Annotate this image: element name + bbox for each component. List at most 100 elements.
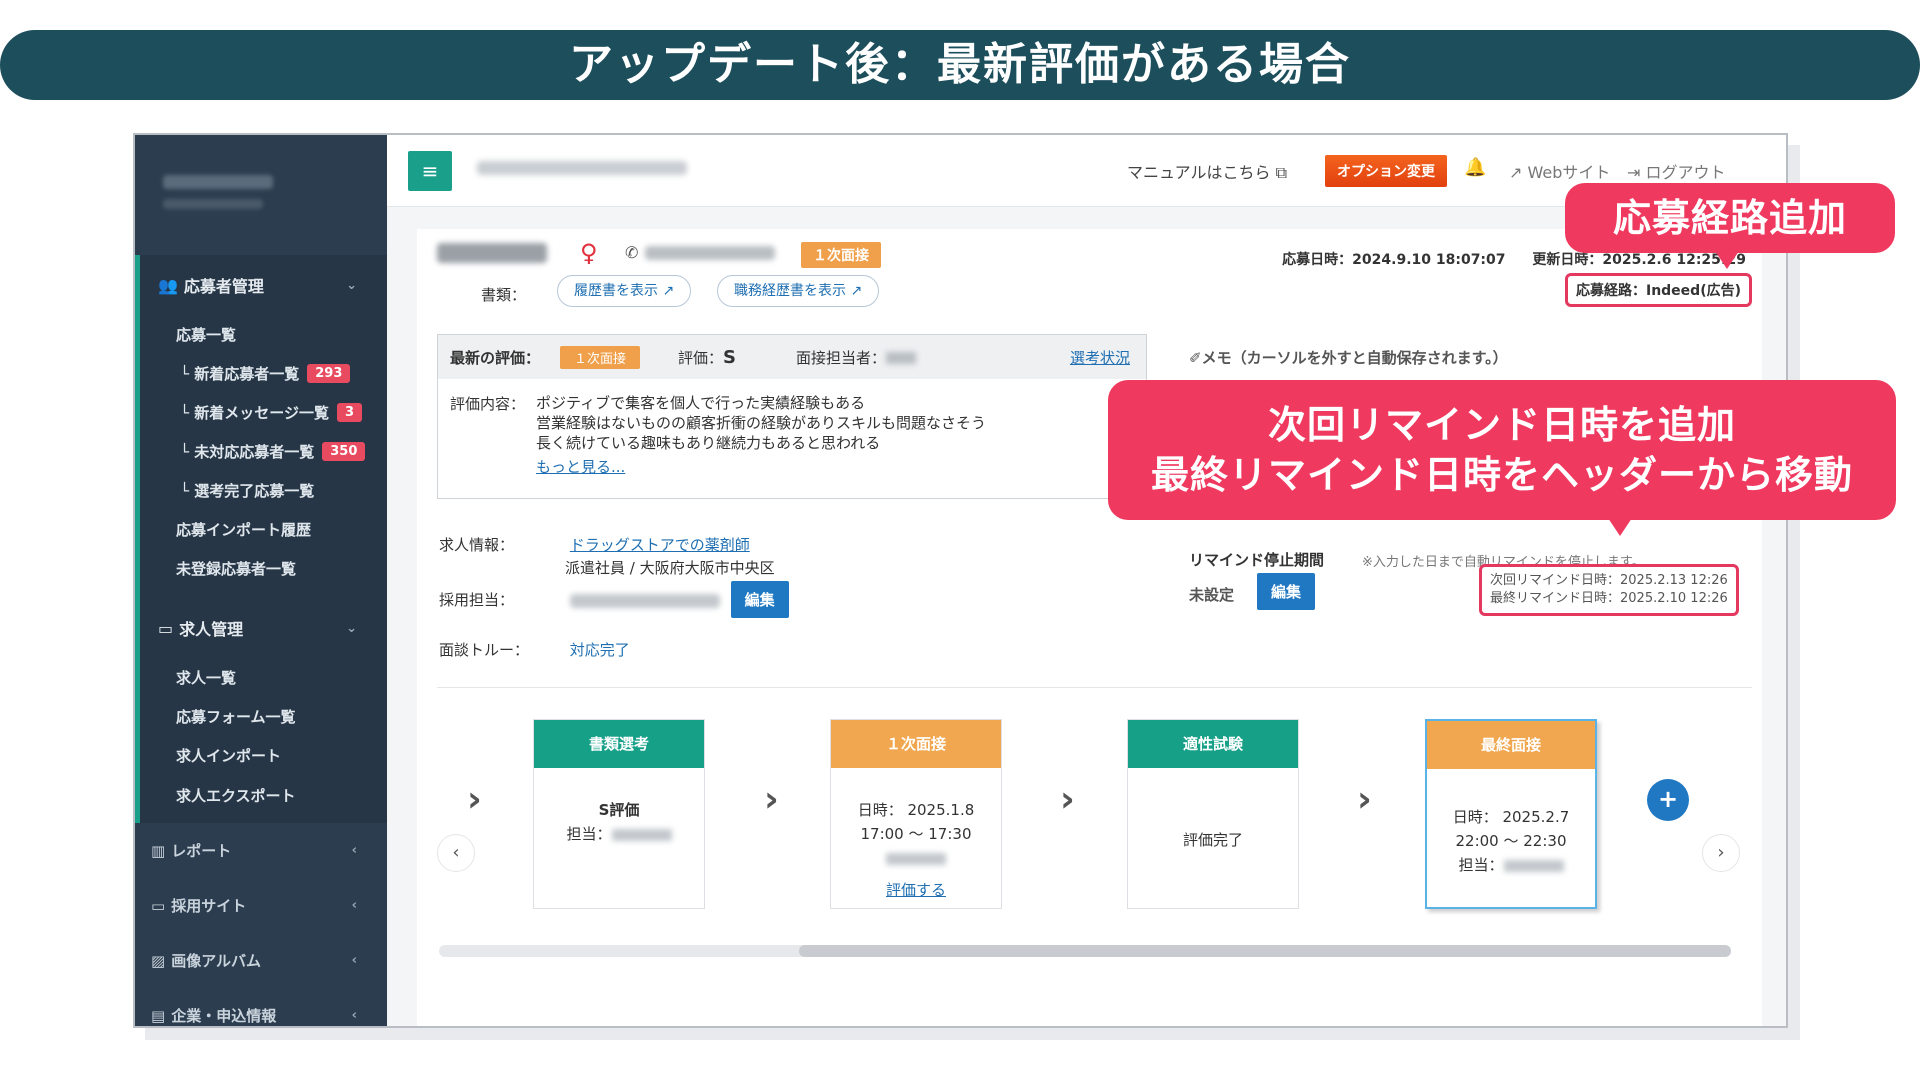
- evaluation-label: 最新の評価：: [450, 348, 541, 367]
- flow-step-result: 評価完了: [1182, 831, 1243, 849]
- recruiter-label: 採用担当：: [439, 591, 515, 609]
- sidebar-item-label: 求人インポート: [176, 747, 282, 765]
- logout-link[interactable]: ⇥ ログアウト: [1627, 159, 1726, 183]
- interviewer-label: 面接担当者：: [796, 348, 887, 367]
- option-change-button[interactable]: オプション変更: [1325, 155, 1447, 187]
- sidebar-item-job-export[interactable]: 求人エクスポート: [140, 775, 387, 823]
- scroll-left-button[interactable]: ‹: [437, 834, 475, 872]
- sidebar-item-import-history[interactable]: 応募インポート履歴: [140, 510, 387, 549]
- applicant-card: ♀ ✆ １次面接 書類： 履歴書を表示 ↗ 職務経歴書を表示 ↗ 応募日時：20…: [417, 229, 1762, 1026]
- docs-label: 書類：: [481, 286, 527, 304]
- sidebar-head-jobs[interactable]: ▭ 求人管理 ⌄: [140, 598, 387, 658]
- evaluation-score: 評価：S: [678, 347, 736, 368]
- image-icon: ▨: [151, 951, 166, 970]
- sidebar-item-label: 応募一覧: [176, 326, 237, 344]
- chevron-down-icon: ⌄: [346, 277, 357, 293]
- count-badge: 350: [322, 442, 366, 461]
- chevron-left-icon: ‹: [351, 898, 357, 913]
- sidebar-group-applicants: 👥 応募者管理 ⌄ 応募一覧 └ 新着応募者一覧 293 └ 新着メッセージ一覧 3…: [135, 255, 387, 823]
- callout-route: 応募経路追加: [1565, 183, 1895, 269]
- sidebar-item-label: 企業・申込情報: [171, 1007, 277, 1025]
- flow-step-time: 22:00 〜 22:30: [1455, 832, 1567, 850]
- chevron-left-icon: ‹: [351, 1008, 357, 1023]
- sidebar-item-new-applicants[interactable]: └ 新着応募者一覧 293: [140, 354, 387, 393]
- sidebar-item-label: └ 選考完了応募一覧: [180, 482, 315, 500]
- count-badge: 293: [307, 364, 351, 383]
- sidebar-item-applications[interactable]: 応募一覧: [140, 315, 387, 354]
- evaluation-line: 営業経験はないものの顧客折衝の経験がありスキルも問題なさそう: [536, 414, 987, 432]
- memo-label: ✐メモ（カーソルを外すと自動保存されます。）: [1189, 349, 1508, 367]
- content-label: 評価内容：: [450, 395, 526, 413]
- sidebar-item-album[interactable]: ▨ 画像アルバム ‹: [135, 933, 387, 988]
- job-title-link[interactable]: ドラッグストアでの薬剤師: [570, 536, 750, 554]
- view-career-button[interactable]: 職務経歴書を表示 ↗: [717, 275, 880, 307]
- flow-step-title: １次面接: [831, 720, 1001, 768]
- sidebar-item-form-list[interactable]: 応募フォーム一覧: [140, 697, 387, 736]
- flow-step-title: 最終面接: [1427, 721, 1595, 769]
- career-label: 職務経歴書を表示: [734, 283, 846, 299]
- sidebar-item-new-messages[interactable]: └ 新着メッセージ一覧 3: [140, 393, 387, 432]
- scrollbar-thumb[interactable]: [799, 945, 1731, 957]
- manual-link[interactable]: マニュアルはこちら ⧉: [1127, 159, 1287, 183]
- flow-step-assignee: 担当：: [566, 825, 612, 843]
- sidebar-item-label: レポート: [171, 842, 232, 860]
- chevron-right-icon: ›: [1060, 779, 1075, 820]
- flow-step-first-interview[interactable]: １次面接 日時： 2025.1.8 17:00 〜 17:30 評価する: [830, 719, 1002, 909]
- main-content: ♀ ✆ １次面接 書類： 履歴書を表示 ↗ 職務経歴書を表示 ↗ 応募日時：20…: [387, 207, 1786, 1026]
- sidebar-item-label: 画像アルバム: [171, 952, 262, 970]
- sidebar-item-label: 未登録応募者一覧: [176, 560, 297, 578]
- website-link[interactable]: ↗ Webサイト: [1509, 159, 1610, 183]
- sidebar-item-report[interactable]: ▥ レポート ‹: [135, 823, 387, 878]
- show-more-link[interactable]: もっと見る...: [536, 457, 986, 477]
- score-value: S: [723, 346, 737, 368]
- evaluate-link[interactable]: 評価する: [886, 878, 946, 902]
- sidebar-item-completed[interactable]: └ 選考完了応募一覧: [140, 471, 387, 510]
- phone-number-blurred: [645, 246, 775, 260]
- website-label: Webサイト: [1527, 163, 1611, 182]
- app-window: 👥 応募者管理 ⌄ 応募一覧 └ 新着応募者一覧 293 └ 新着メッセージ一覧 3…: [133, 133, 1788, 1028]
- sidebar-item-label: 採用サイト: [171, 897, 247, 915]
- flow-step-final-interview[interactable]: 最終面接 日時： 2025.2.7 22:00 〜 22:30 担当：: [1425, 719, 1597, 909]
- remind-stop-title: リマインド停止期間: [1189, 551, 1325, 569]
- sidebar-item-job-list[interactable]: 求人一覧: [140, 658, 387, 697]
- flow-step-result: S評価: [598, 801, 640, 819]
- next-remind: 次回リマインド日時：2025.2.13 12:26: [1490, 573, 1728, 588]
- phone-icon: ✆: [625, 243, 639, 262]
- meeting-status[interactable]: 対応完了: [570, 641, 630, 659]
- recruiter-row: 採用担当： 編集: [439, 581, 789, 618]
- remind-unset: 未設定: [1189, 586, 1235, 604]
- scroll-right-button[interactable]: ›: [1702, 834, 1740, 872]
- evaluation-header: 最新の評価： １次面接 評価：S 面接担当者： 選考状況: [438, 335, 1146, 379]
- sidebar-item-unregistered[interactable]: 未登録応募者一覧: [140, 549, 387, 588]
- flow-step-date: 日時： 2025.2.7: [1452, 808, 1570, 826]
- selection-status-link[interactable]: 選考状況: [1070, 347, 1130, 368]
- chevron-left-icon: ‹: [351, 843, 357, 858]
- sidebar-item-company[interactable]: ▤ 企業・申込情報 ‹: [135, 988, 387, 1026]
- evaluation-line: ポジティブで集客を個人で行った実績経験もある: [536, 394, 866, 412]
- latest-evaluation-box: 最新の評価： １次面接 評価：S 面接担当者： 選考状況 評価内容： ポジティブ…: [437, 334, 1147, 499]
- sidebar-item-recruit-site[interactable]: ▭ 採用サイト ‹: [135, 878, 387, 933]
- recruiter-edit-button[interactable]: 編集: [730, 581, 789, 618]
- evaluation-line: 長く続けている趣味もあり継続力もあると思われる: [536, 434, 881, 452]
- bell-icon[interactable]: 🔔: [1464, 157, 1486, 178]
- sidebar-item-pending-applicants[interactable]: └ 未対応応募者一覧 350: [140, 432, 387, 471]
- sidebar-item-label: └ 未対応応募者一覧: [180, 443, 315, 461]
- chevron-down-icon: ⌄: [346, 620, 357, 636]
- remind-edit-button[interactable]: 編集: [1257, 573, 1316, 610]
- callout-remind-line1: 次回リマインド日時を追加: [1267, 403, 1736, 447]
- sidebar-head-applicants[interactable]: 👥 応募者管理 ⌄: [140, 255, 387, 315]
- sidebar-group-label: 応募者管理: [183, 277, 264, 296]
- view-resume-button[interactable]: 履歴書を表示 ↗: [557, 275, 692, 307]
- flow-step-aptitude[interactable]: 適性試験 評価完了: [1127, 719, 1299, 909]
- sidebar-item-label: 求人一覧: [176, 669, 237, 687]
- menu-button[interactable]: ≡: [408, 151, 452, 191]
- score-label: 評価：: [678, 348, 724, 367]
- horizontal-scrollbar[interactable]: [439, 945, 1731, 957]
- sidebar-item-job-import[interactable]: 求人インポート: [140, 736, 387, 775]
- resume-label: 履歴書を表示: [574, 283, 658, 299]
- add-step-button[interactable]: +: [1647, 779, 1689, 821]
- flow-step-date: 日時： 2025.1.8: [857, 801, 975, 819]
- flow-step-document[interactable]: 書類選考 S評価 担当：: [533, 719, 705, 909]
- female-icon: ♀: [580, 239, 598, 267]
- meeting-row: 面談トルー： 対応完了: [439, 639, 630, 660]
